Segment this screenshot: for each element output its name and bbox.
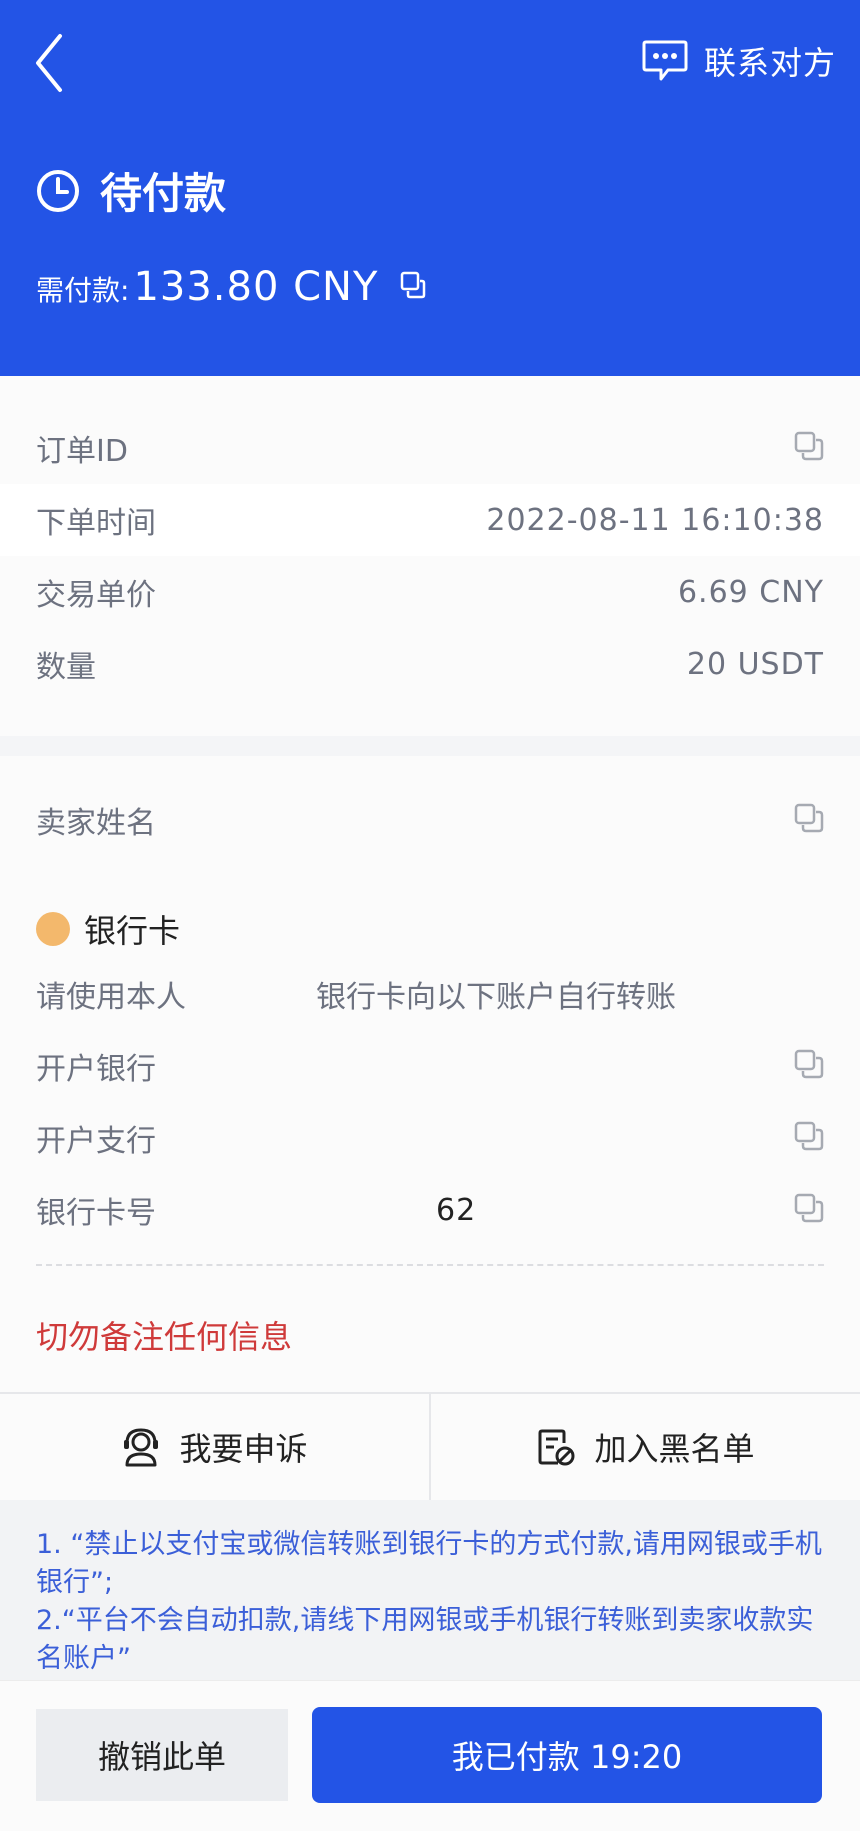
instruction-end: 银行卡向以下账户自行转账 <box>316 980 676 1015</box>
card-number-value: 62 <box>436 1192 477 1228</box>
dashed-divider <box>36 1264 824 1266</box>
footer-bar: 撤销此单 我已付款 19:20 <box>0 1680 860 1831</box>
unit-price-value: 6.69 CNY <box>677 574 824 610</box>
amount-due: 需付款: 133.80 CNY <box>36 264 426 310</box>
bank-branch-label: 开户支行 <box>36 1124 156 1159</box>
bank-card-icon <box>36 912 70 946</box>
copy-card-number-icon[interactable] <box>794 1193 824 1227</box>
copy-bank-branch-icon[interactable] <box>794 1121 824 1155</box>
payment-method-label: 银行卡 <box>84 912 181 950</box>
bank-name-row: 开户银行 <box>0 1030 860 1102</box>
appeal-button[interactable]: 我要申诉 <box>0 1394 429 1500</box>
card-number-row: 银行卡号 62 <box>0 1174 860 1246</box>
copy-bank-name-icon[interactable] <box>794 1049 824 1083</box>
order-time-row: 下单时间 2022-08-11 16:10:38 <box>0 484 860 556</box>
amount-label: 需付款: <box>36 274 130 307</box>
seller-payment-card: 卖家姓名 银行卡 请使用本人 银行卡向以下账户自行转账 开户银行 开户支行 银行… <box>0 756 860 1392</box>
clock-icon <box>37 169 79 212</box>
instruction-start: 请使用本人 <box>36 980 186 1015</box>
copy-amount-icon[interactable] <box>400 271 426 303</box>
bank-branch-row: 开户支行 <box>0 1102 860 1174</box>
order-info-card: 订单ID 下单时间 2022-08-11 16:10:38 交易单价 6.69 … <box>0 376 860 736</box>
confirm-paid-button[interactable]: 我已付款 19:20 <box>312 1707 822 1803</box>
order-id-label: 订单ID <box>36 434 128 469</box>
chat-icon <box>642 40 688 81</box>
payment-notes: 1. “禁止以支付宝或微信转账到银行卡的方式付款,请用网银或手机银行”; 2.“… <box>0 1500 860 1680</box>
cancel-order-button[interactable]: 撤销此单 <box>36 1709 288 1801</box>
order-status: 待付款 <box>36 160 226 221</box>
appeal-headset-icon <box>124 1428 159 1467</box>
blacklist-icon <box>538 1429 575 1466</box>
header: 联系对方 待付款 需付款: 133.80 CNY <box>0 0 860 376</box>
copy-seller-name-icon[interactable] <box>794 803 824 837</box>
quantity-label: 数量 <box>36 650 96 685</box>
status-label: 待付款 <box>100 169 227 218</box>
unit-price-label: 交易单价 <box>36 578 156 613</box>
copy-order-id-icon[interactable] <box>794 431 824 465</box>
contact-counterparty-button[interactable]: 联系对方 <box>642 38 836 84</box>
order-payment-page: 联系对方 待付款 需付款: 133.80 CNY 订单ID 下单时间 2022-… <box>0 0 860 1831</box>
order-id-row: 订单ID <box>0 412 860 484</box>
card-number-label: 银行卡号 <box>36 1196 156 1231</box>
blacklist-label: 加入黑名单 <box>594 1430 755 1468</box>
no-remark-warning: 切勿备注任何信息 <box>36 1318 293 1356</box>
back-button[interactable] <box>30 30 90 96</box>
seller-name-row: 卖家姓名 <box>0 784 860 856</box>
back-arrow-icon <box>36 34 62 92</box>
contact-label: 联系对方 <box>703 44 836 82</box>
note-item: 2.“平台不会自动扣款,请线下用网银或手机银行转账到卖家收款实名账户” <box>36 1605 814 1674</box>
unit-price-row: 交易单价 6.69 CNY <box>0 556 860 628</box>
amount-value: 133.80 CNY <box>133 264 379 310</box>
action-bar: 我要申诉 加入黑名单 <box>0 1392 860 1500</box>
blacklist-button[interactable]: 加入黑名单 <box>429 1394 860 1500</box>
order-time-label: 下单时间 <box>36 506 156 541</box>
quantity-value: 20 USDT <box>686 646 824 682</box>
appeal-label: 我要申诉 <box>179 1430 308 1468</box>
bank-name-label: 开户银行 <box>36 1052 156 1087</box>
order-time-value: 2022-08-11 16:10:38 <box>486 502 824 538</box>
note-item: 1. “禁止以支付宝或微信转账到银行卡的方式付款,请用网银或手机银行”; <box>36 1529 822 1598</box>
seller-name-label: 卖家姓名 <box>36 806 156 841</box>
transfer-instruction: 请使用本人 银行卡向以下账户自行转账 <box>36 972 676 1016</box>
quantity-row: 数量 20 USDT <box>0 628 860 700</box>
payment-method: 银行卡 <box>36 906 180 952</box>
